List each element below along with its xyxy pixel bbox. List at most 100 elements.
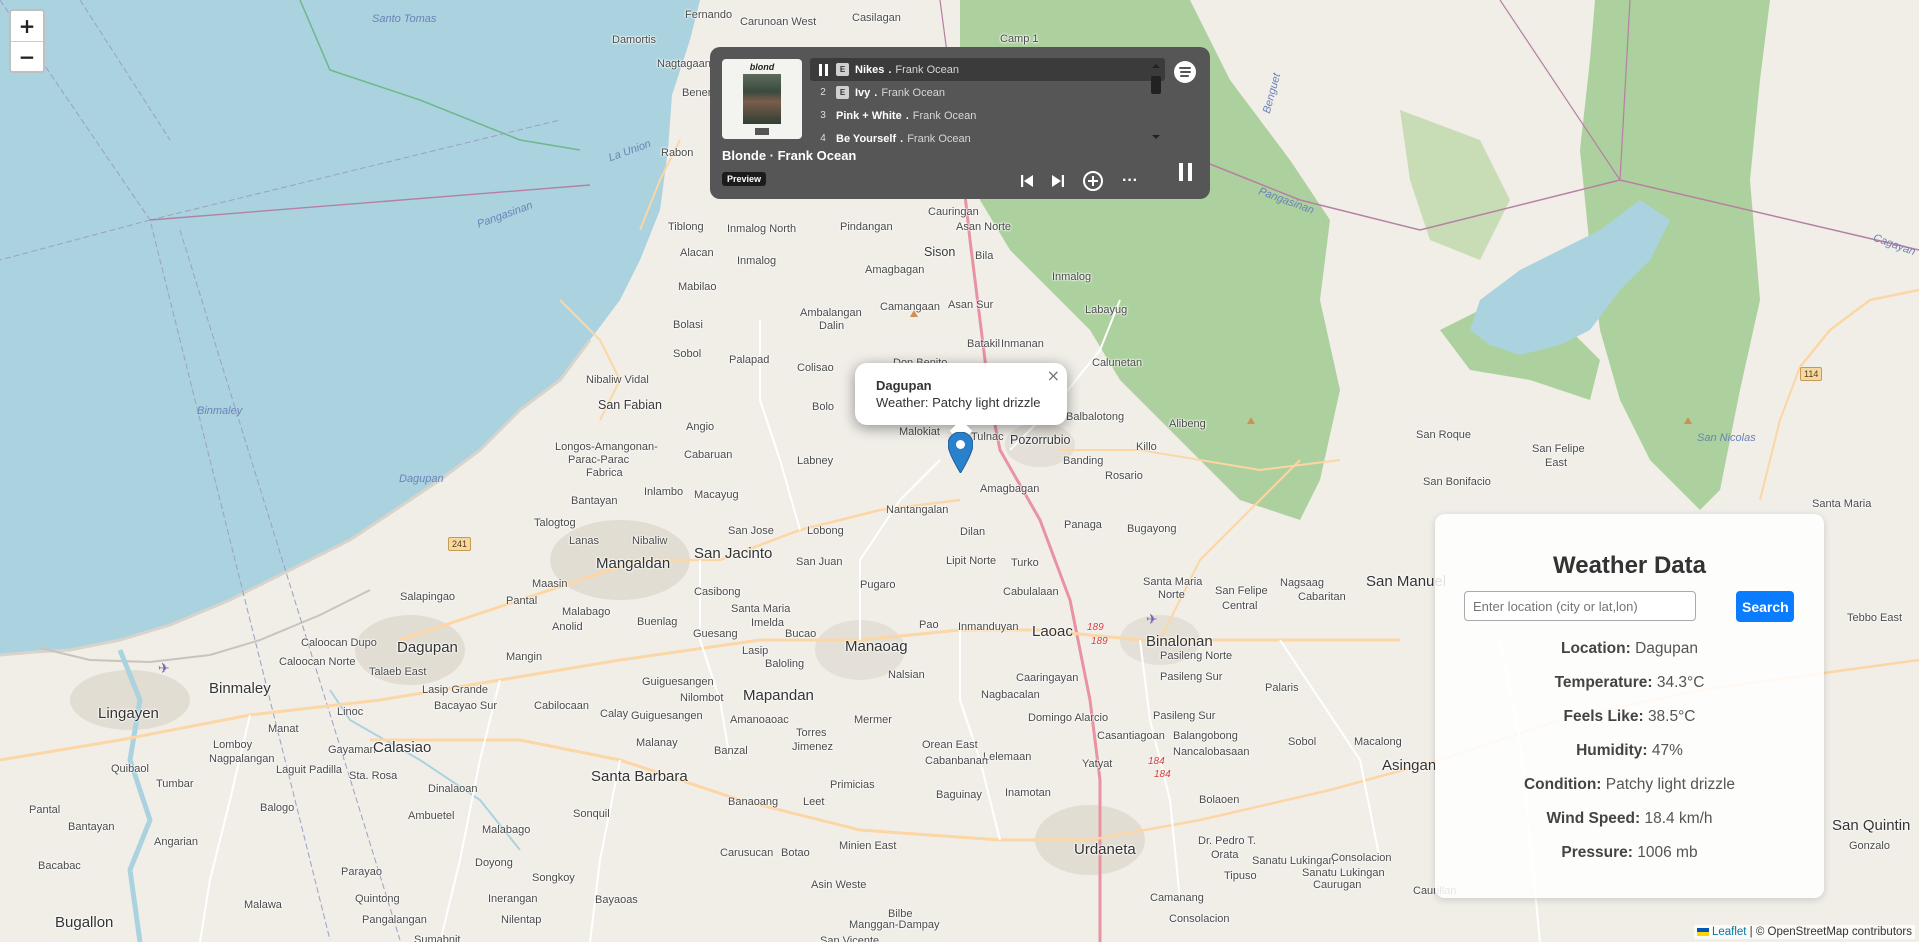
place-label: Linoc <box>337 706 364 718</box>
place-label: Nagpalangan <box>209 753 275 765</box>
place-label: Ambuetel <box>408 810 455 822</box>
weather-panel: Weather Data Search Location: Dagupan Tem… <box>1435 514 1824 898</box>
track-name: Be Yourself <box>836 132 897 145</box>
track-list-scrollbar[interactable] <box>1150 61 1162 141</box>
place-label: San Juan <box>796 556 843 568</box>
place-label: Mabilao <box>678 281 717 293</box>
place-label: Cabilocaan <box>534 700 590 712</box>
place-label: Fernando <box>685 9 733 21</box>
place-label: Doyong <box>475 857 513 869</box>
marker-popup: Dagupan Weather: Patchy light drizzle × <box>855 363 1067 443</box>
zoom-out-button[interactable]: − <box>11 41 43 71</box>
place-label: Cabaritan <box>1298 591 1346 603</box>
spotify-logo-icon[interactable] <box>1174 61 1196 83</box>
place-label: Bantayan <box>68 821 115 833</box>
place-label: Angio <box>686 421 715 433</box>
location-search-input[interactable] <box>1464 591 1696 621</box>
place-label: Nibaliw <box>632 535 668 547</box>
weather-row: Pressure: 1006 mb <box>1435 844 1824 862</box>
place-label: Tulnac <box>971 431 1004 443</box>
more-options-button[interactable]: ··· <box>1116 167 1144 195</box>
place-label: Malabago <box>482 824 531 836</box>
scroll-up-arrow-icon[interactable] <box>1152 64 1160 68</box>
place-label: San Jose <box>728 525 774 537</box>
track-row[interactable]: E Nikes. Frank Ocean <box>810 58 1165 81</box>
place-label: Balogo <box>260 802 295 814</box>
album-cover[interactable]: blond <box>722 59 802 139</box>
place-label: Songkoy <box>532 872 575 884</box>
place-label: Pangalangan <box>362 914 427 926</box>
place-label: Parac-Parac <box>568 454 630 466</box>
svg-text:✈: ✈ <box>158 661 170 677</box>
place-label: Calasiao <box>373 739 432 756</box>
place-label: Lomboy <box>213 739 253 751</box>
place-label: Fabrica <box>586 467 623 479</box>
place-label: Baguinay <box>936 789 982 801</box>
place-label: Binalonan <box>1146 633 1213 650</box>
place-label: Carunoan West <box>740 16 817 28</box>
main-pause-button[interactable] <box>1172 159 1198 185</box>
track-row[interactable]: 3 Pink + White. Frank Ocean <box>810 104 1165 127</box>
place-label: Manggan-Dampay <box>849 919 940 931</box>
place-label: Sanatu Lukingan <box>1252 855 1335 867</box>
leaflet-link[interactable]: Leaflet <box>1712 926 1747 938</box>
place-label: Primicias <box>830 779 875 791</box>
place-label: Sonquil <box>573 808 610 820</box>
place-label: Alibeng <box>1169 418 1206 430</box>
previous-track-button[interactable] <box>1013 167 1041 195</box>
svg-text:✈: ✈ <box>1146 612 1158 628</box>
place-label: Bantayan <box>571 495 618 507</box>
place-label: Yatyat <box>1082 758 1113 770</box>
place-label: Inmalog <box>1052 271 1092 283</box>
track-row[interactable]: 2 E Ivy. Frank Ocean <box>810 81 1165 104</box>
place-label: Asan Norte <box>956 221 1012 233</box>
road-shield: 114 <box>1800 367 1823 381</box>
place-label: Inmalog North <box>727 223 797 235</box>
weather-row-label: Pressure: <box>1561 844 1633 861</box>
place-label: Asin Weste <box>811 879 867 891</box>
place-label: Domingo Alarcio <box>1028 712 1109 724</box>
place-label: Laoac <box>1032 623 1073 640</box>
track-artist: Frank Ocean <box>881 86 945 99</box>
place-label: Pugaro <box>860 579 896 591</box>
plus-circle-icon <box>1083 171 1103 191</box>
place-label: Batakil <box>967 338 1001 350</box>
place-label: Caloocan Dupo <box>301 637 377 649</box>
popup-location-name: Dagupan <box>876 378 932 393</box>
place-label: Panaga <box>1064 519 1102 531</box>
place-label: Killo <box>1136 441 1157 453</box>
weather-row-label: Condition: <box>1523 776 1602 793</box>
previous-track-icon <box>1021 175 1033 187</box>
scrollbar-thumb[interactable] <box>1151 76 1161 94</box>
preview-badge: Preview <box>722 172 767 186</box>
place-label: Nilombot <box>680 692 724 704</box>
place-label: Bacabac <box>38 860 81 872</box>
place-label: Cabaruan <box>684 449 733 461</box>
add-to-library-button[interactable] <box>1079 167 1107 195</box>
place-label: Nagbacalan <box>981 689 1040 701</box>
place-label: Gayaman <box>328 744 376 756</box>
place-label: Cabanbanan <box>925 755 989 767</box>
place-label: Consolacion <box>1169 913 1230 925</box>
place-label: Guiguesangen <box>631 710 703 722</box>
place-label: Baloling <box>765 658 805 670</box>
track-row[interactable]: 4 Be Yourself. Frank Ocean <box>810 127 1165 145</box>
place-label: Bugayong <box>1127 523 1177 535</box>
track-pause-icon[interactable] <box>810 63 836 76</box>
popup-close-button[interactable]: × <box>1047 366 1060 385</box>
track-number: 3 <box>820 110 826 121</box>
place-label: Longos-Amangonan- <box>555 441 658 453</box>
zoom-in-button[interactable]: + <box>11 11 43 41</box>
track-name: Ivy <box>855 86 871 99</box>
place-label: Orata <box>1211 849 1239 861</box>
location-marker-icon[interactable] <box>947 431 974 478</box>
place-label: Santa Maria <box>731 603 791 615</box>
weather-row-label: Temperature: <box>1554 674 1653 691</box>
scroll-down-arrow-icon[interactable] <box>1152 135 1160 139</box>
place-label: Binmaley <box>197 405 243 417</box>
track-name: Pink + White <box>836 109 902 122</box>
track-separator: . <box>874 86 878 99</box>
place-label: Lingayen <box>98 705 159 722</box>
search-button[interactable]: Search <box>1736 591 1794 622</box>
next-track-button[interactable] <box>1044 167 1072 195</box>
